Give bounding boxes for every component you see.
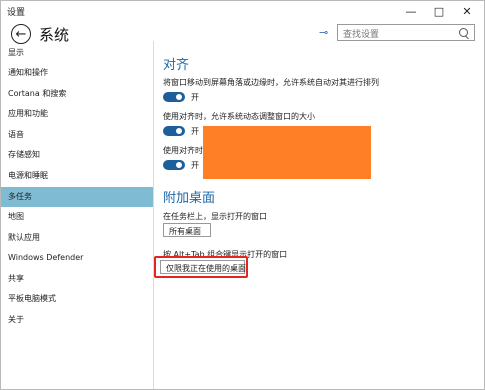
snap-section-title: 对齐 (163, 58, 190, 73)
sidebar-item-label: 共享 (8, 274, 24, 283)
sidebar-item-defender[interactable]: Windows Defender (1, 248, 153, 268)
sidebar-item-storage[interactable]: 存储感知 (1, 145, 153, 165)
close-button[interactable]: ✕ (453, 1, 481, 21)
sidebar-item-label: 关于 (8, 315, 24, 324)
taskbar-setting-desc: 在任务栏上，显示打开的窗口 (163, 212, 267, 221)
snap-setting-desc: 使用对齐时，允许系统动态调整窗口的大小 (163, 112, 315, 121)
sidebar-item-label: 默认应用 (8, 233, 40, 242)
sidebar-item-label: Cortana 和搜索 (8, 89, 67, 98)
snap-toggle-1[interactable] (163, 92, 185, 102)
sidebar-item-label: 语音 (8, 130, 24, 139)
sidebar-item-multitasking[interactable]: 多任务 (1, 187, 153, 207)
settings-window: 设置 — □ ✕ ← 系统 ⊸ 查找设置 显示 通知和操作 Cortana 和搜… (0, 0, 485, 390)
search-input[interactable]: 查找设置 (337, 24, 475, 41)
minimize-button[interactable]: — (397, 1, 425, 21)
maximize-button[interactable]: □ (425, 1, 453, 21)
snap-toggle-2[interactable] (163, 126, 185, 136)
sidebar-item-apps[interactable]: 应用和功能 (1, 104, 153, 124)
pin-icon[interactable]: ⊸ (319, 26, 328, 39)
sidebar-item-label: 电源和睡眠 (8, 171, 48, 180)
search-placeholder: 查找设置 (343, 30, 380, 40)
redaction-block (203, 126, 371, 179)
sidebar-item-power[interactable]: 电源和睡眠 (1, 166, 153, 186)
sidebar-item-label: 显示 (8, 48, 24, 57)
title-bar: 设置 — □ ✕ (1, 1, 484, 21)
sidebar-item-cortana[interactable]: Cortana 和搜索 (1, 84, 153, 104)
sidebar-item-notifications[interactable]: 通知和操作 (1, 63, 153, 83)
highlight-box (154, 256, 248, 278)
sidebar-item-display[interactable]: 显示 (1, 43, 153, 63)
sidebar-item-label: 多任务 (8, 192, 32, 201)
desktops-section-title: 附加桌面 (163, 191, 216, 206)
toggle-state-label: 开 (191, 93, 199, 102)
sidebar-item-about[interactable]: 关于 (1, 310, 153, 330)
sidebar-item-speech[interactable]: 语音 (1, 125, 153, 145)
sidebar-item-default-apps[interactable]: 默认应用 (1, 228, 153, 248)
search-icon[interactable] (459, 28, 468, 37)
sidebar-item-maps[interactable]: 地图 (1, 207, 153, 227)
sidebar-item-label: 存储感知 (8, 150, 40, 159)
sidebar-item-label: 通知和操作 (8, 68, 48, 77)
taskbar-windows-dropdown[interactable]: 所有桌面 (163, 223, 211, 237)
toggle-state-label: 开 (191, 127, 199, 136)
sidebar-item-label: Windows Defender (8, 253, 84, 262)
snap-setting-desc: 将窗口移动到屏幕角落或边缘时，允许系统自动对其进行排列 (163, 78, 379, 87)
sidebar-item-sharing[interactable]: 共享 (1, 269, 153, 289)
snap-toggle-3[interactable] (163, 160, 185, 170)
dropdown-value: 所有桌面 (169, 227, 201, 236)
sidebar-item-label: 平板电脑模式 (8, 294, 56, 303)
sidebar-item-label: 应用和功能 (8, 109, 48, 118)
toggle-state-label: 开 (191, 161, 199, 170)
sidebar: 显示 通知和操作 Cortana 和搜索 应用和功能 语音 存储感知 电源和睡眠… (1, 41, 154, 389)
window-title: 设置 (7, 8, 26, 18)
sidebar-item-label: 地图 (8, 212, 24, 221)
sidebar-item-tablet[interactable]: 平板电脑模式 (1, 289, 153, 309)
